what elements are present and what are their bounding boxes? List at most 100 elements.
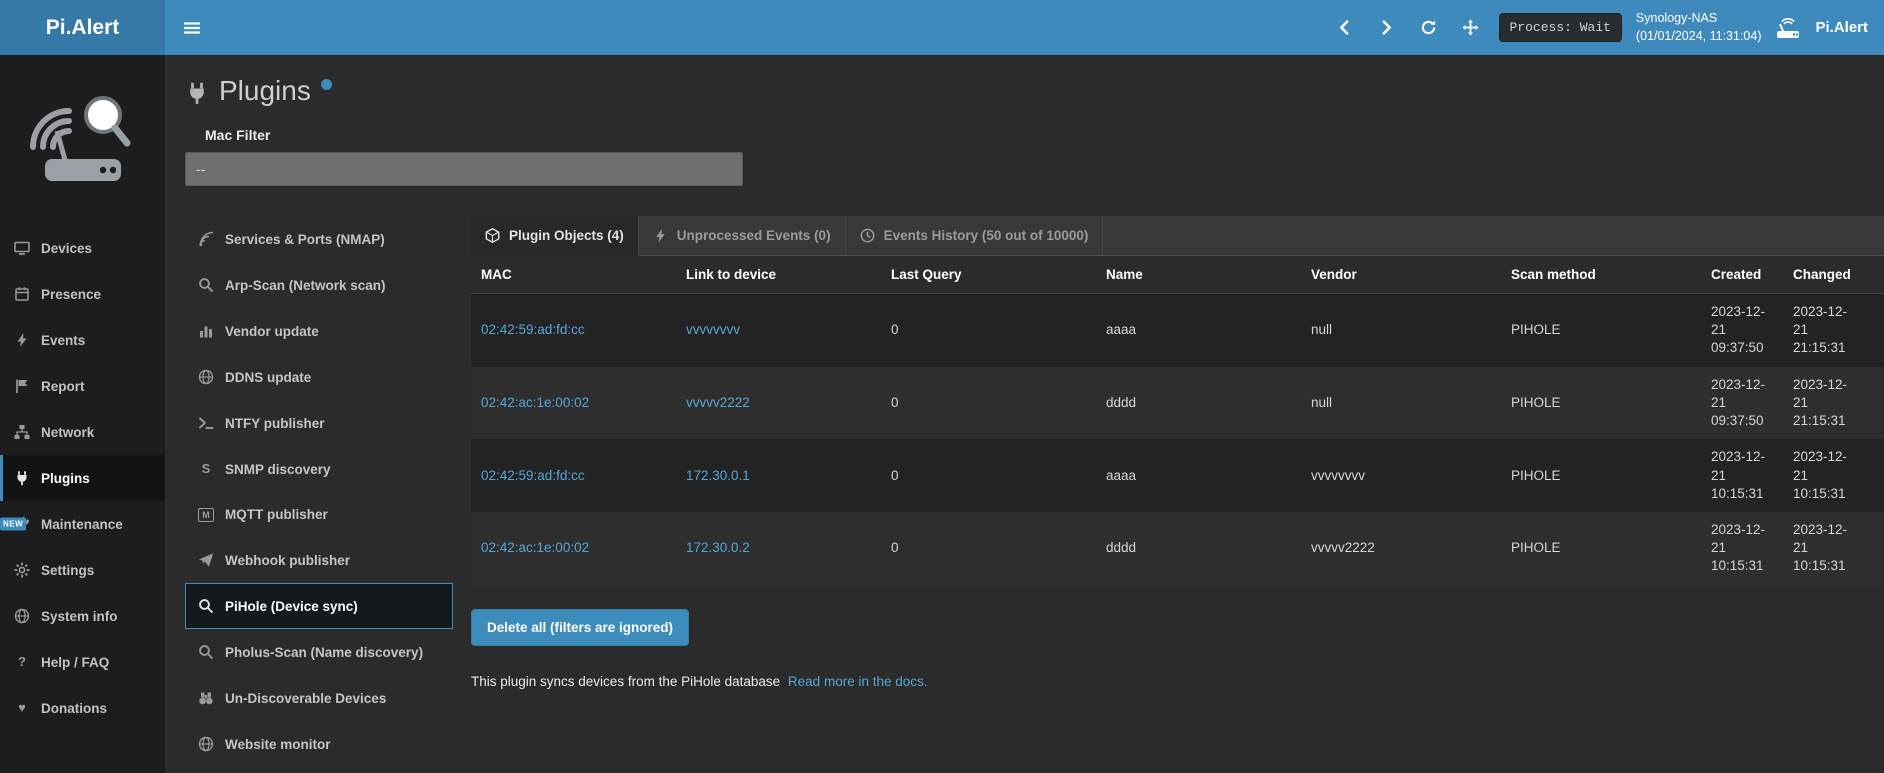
mac-link[interactable]: 02:42:59:ad:fd:cc xyxy=(481,468,585,483)
topbar: Pi.Alert Process: Wait Synology-NAS (01/… xyxy=(0,0,1884,55)
plugin-item-pihole-device-sync[interactable]: PiHole (Device sync) xyxy=(185,583,453,629)
sidebar-item-label: Devices xyxy=(41,241,92,256)
plugin-objects-table: MAC Link to device Last Query Name Vendo… xyxy=(471,256,1884,585)
sidebar-item-report[interactable]: Report xyxy=(0,363,165,409)
plugin-item-label: Un-Discoverable Devices xyxy=(225,691,386,706)
column-last-query: Last Query xyxy=(881,256,1096,294)
plugin-item-pholus-scan[interactable]: Pholus-Scan (Name discovery) xyxy=(185,629,453,675)
plugin-item-vendor-update[interactable]: Vendor update xyxy=(185,308,453,354)
mac-filter-label: Mac Filter xyxy=(205,127,1884,143)
hamburger-icon xyxy=(183,19,201,37)
device-link[interactable]: 172.30.0.2 xyxy=(686,540,750,555)
globe-icon xyxy=(14,608,30,624)
plugin-item-ntfy-publisher[interactable]: NTFY publisher xyxy=(185,400,453,446)
tab-unprocessed-events[interactable]: Unprocessed Events (0) xyxy=(639,216,846,255)
sidebar-item-network[interactable]: Network xyxy=(0,409,165,455)
column-vendor: Vendor xyxy=(1301,256,1501,294)
device-link[interactable]: 172.30.0.1 xyxy=(686,468,750,483)
vendor-cell: vvvvv2222 xyxy=(1301,512,1501,585)
plugin-item-website-monitor[interactable]: Website monitor xyxy=(185,721,453,767)
sidebar-item-label: Plugins xyxy=(41,471,90,486)
docs-link[interactable]: Read more in the docs. xyxy=(788,674,928,689)
brand[interactable]: Pi.Alert xyxy=(0,0,165,55)
filler-cell xyxy=(1867,512,1884,585)
mac-link[interactable]: 02:42:59:ad:fd:cc xyxy=(481,322,585,337)
plugin-item-label: Services & Ports (NMAP) xyxy=(225,232,385,247)
gear-icon xyxy=(14,562,30,578)
name-cell: dddd xyxy=(1096,512,1301,585)
plugin-menu: Services & Ports (NMAP) Arp-Scan (Networ… xyxy=(185,216,453,767)
plugin-item-undiscoverable-devices[interactable]: Un-Discoverable Devices xyxy=(185,675,453,721)
sidebar-toggle-button[interactable] xyxy=(165,0,219,55)
host-time: (01/01/2024, 11:31:04) xyxy=(1636,28,1762,46)
plugin-item-snmp-discovery[interactable]: S SNMP discovery xyxy=(185,446,453,492)
tab-label: Unprocessed Events (0) xyxy=(677,228,831,243)
plugin-item-services-ports[interactable]: Services & Ports (NMAP) xyxy=(185,216,453,262)
plug-icon xyxy=(14,470,30,486)
mac-cell: 02:42:59:ad:fd:cc xyxy=(471,294,676,367)
sidebar-item-system-info[interactable]: System info xyxy=(0,593,165,639)
column-name: Name xyxy=(1096,256,1301,294)
delete-all-button[interactable]: Delete all (filters are ignored) xyxy=(471,609,689,646)
plug-icon xyxy=(185,80,209,106)
plugin-item-arp-scan[interactable]: Arp-Scan (Network scan) xyxy=(185,262,453,308)
sidebar-item-maintenance[interactable]: NEW Maintenance xyxy=(0,501,165,547)
sidebar-item-settings[interactable]: Settings xyxy=(0,547,165,593)
scan-method-cell: PIHOLE xyxy=(1501,294,1701,367)
cube-icon xyxy=(485,228,500,243)
forward-button[interactable] xyxy=(1373,14,1401,42)
vendor-cell: vvvvvvvv xyxy=(1301,439,1501,512)
refresh-icon xyxy=(1420,19,1437,36)
title-info-badge[interactable] xyxy=(321,79,332,90)
tab-plugin-objects[interactable]: Plugin Objects (4) xyxy=(471,216,639,256)
question-icon: ? xyxy=(14,654,30,670)
mac-cell: 02:42:59:ad:fd:cc xyxy=(471,439,676,512)
created-cell: 2023-12-21 10:15:31 xyxy=(1701,512,1783,585)
plugin-item-ddns-update[interactable]: DDNS update xyxy=(185,354,453,400)
sidebar-item-presence[interactable]: Presence xyxy=(0,271,165,317)
sidebar-item-devices[interactable]: Devices xyxy=(0,225,165,271)
column-link-to-device: Link to device xyxy=(676,256,881,294)
sidebar-item-help-faq[interactable]: ? Help / FAQ xyxy=(0,639,165,685)
device-link[interactable]: vvvvv2222 xyxy=(686,395,750,410)
page-header: Plugins xyxy=(185,75,1884,107)
plugin-item-label: Vendor update xyxy=(225,324,319,339)
tab-events-history[interactable]: Events History (50 out of 10000) xyxy=(846,216,1104,255)
heart-icon: ♥ xyxy=(14,700,30,716)
back-button[interactable] xyxy=(1331,14,1359,42)
plugin-item-webhook-publisher[interactable]: Webhook publisher xyxy=(185,537,453,583)
tab-bar: Plugin Objects (4) Unprocessed Events (0… xyxy=(471,216,1884,256)
mac-link[interactable]: 02:42:ac:1e:00:02 xyxy=(481,395,589,410)
last-query-cell: 0 xyxy=(881,439,1096,512)
device-link-cell: 172.30.0.1 xyxy=(676,439,881,512)
sidebar-item-label: Presence xyxy=(41,287,101,302)
topbar-right: Process: Wait Synology-NAS (01/01/2024, … xyxy=(1331,0,1884,55)
sidebar: Devices Presence Events Report Network P… xyxy=(0,55,165,773)
sidebar-item-events[interactable]: Events xyxy=(0,317,165,363)
move-button[interactable] xyxy=(1457,14,1485,42)
forward-arrow-icon xyxy=(1378,19,1395,36)
device-link-cell: 172.30.0.2 xyxy=(676,512,881,585)
device-link[interactable]: vvvvvvvv xyxy=(686,322,740,337)
mac-cell: 02:42:ac:1e:00:02 xyxy=(471,512,676,585)
plugin-item-label: Website monitor xyxy=(225,737,331,752)
tab-label: Events History (50 out of 10000) xyxy=(884,228,1089,243)
search-icon xyxy=(198,277,214,293)
refresh-button[interactable] xyxy=(1415,14,1443,42)
column-mac: MAC xyxy=(471,256,676,294)
sitemap-icon xyxy=(14,424,30,440)
sidebar-item-plugins[interactable]: Plugins xyxy=(0,455,165,501)
bolt-icon xyxy=(653,228,668,243)
router-magnifier-logo xyxy=(23,85,143,195)
sidebar-item-label: Report xyxy=(41,379,85,394)
sidebar-item-donations[interactable]: ♥ Donations xyxy=(0,685,165,731)
terminal-icon xyxy=(198,415,214,431)
mac-filter-input[interactable] xyxy=(185,152,743,186)
plugin-item-mqtt-publisher[interactable]: M MQTT publisher xyxy=(185,492,453,537)
changed-cell: 2023-12-21 10:15:31 xyxy=(1783,512,1867,585)
mac-cell: 02:42:ac:1e:00:02 xyxy=(471,367,676,440)
name-cell: dddd xyxy=(1096,367,1301,440)
sidebar-item-label: Settings xyxy=(41,563,94,578)
changed-cell: 2023-12-21 10:15:31 xyxy=(1783,439,1867,512)
mac-link[interactable]: 02:42:ac:1e:00:02 xyxy=(481,540,589,555)
